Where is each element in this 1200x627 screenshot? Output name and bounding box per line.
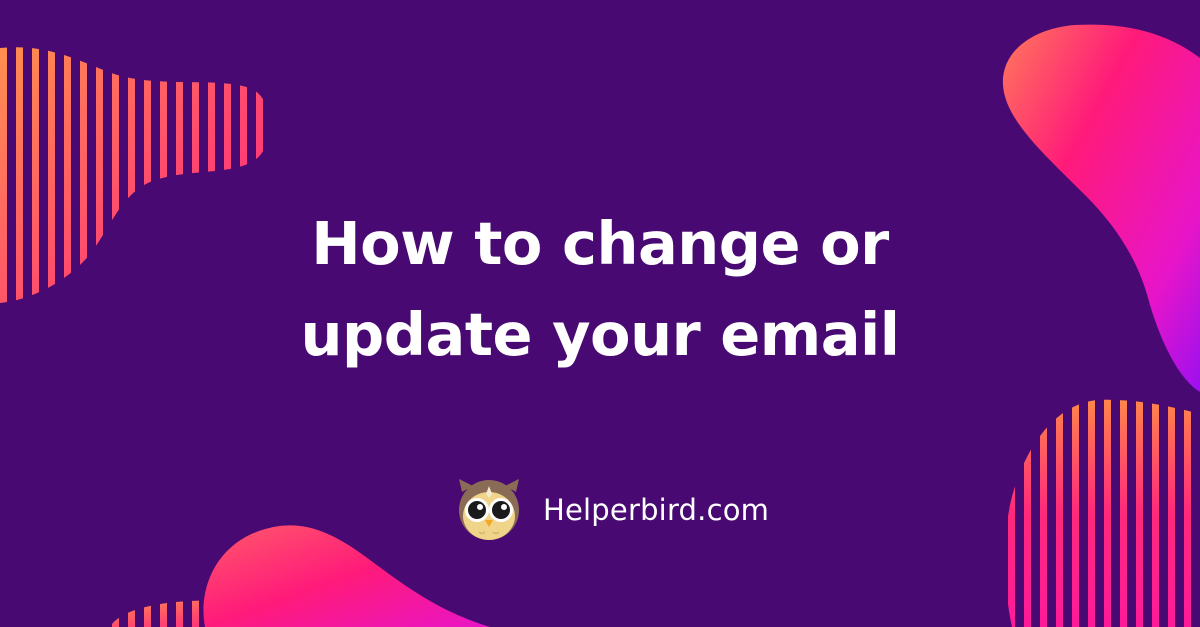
blob-bottom	[203, 525, 490, 627]
banner-canvas: How to change or update your email Helpe…	[0, 0, 1200, 627]
brand-name[interactable]: Helperbird.com	[543, 493, 769, 527]
owl-icon	[459, 479, 519, 540]
striped-blob-bottom-right	[1000, 395, 1200, 627]
page-title: How to change or update your email	[0, 198, 1200, 380]
title-line-2: update your email	[300, 300, 900, 369]
brand: Helperbird.com	[455, 476, 769, 544]
title-line-1: How to change or	[311, 209, 889, 278]
